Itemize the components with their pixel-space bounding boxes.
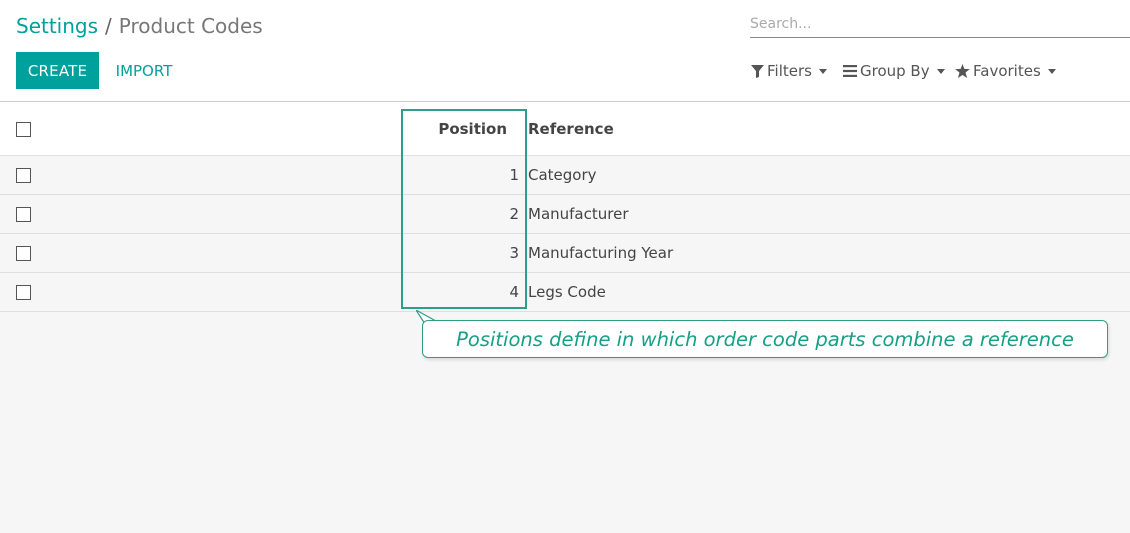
filters-dropdown[interactable]: Filters bbox=[751, 60, 827, 82]
cell-reference: Legs Code bbox=[528, 283, 606, 301]
chevron-down-icon bbox=[1047, 68, 1056, 74]
table-header: Position Reference bbox=[0, 102, 1130, 156]
create-button[interactable]: CREATE bbox=[16, 52, 99, 89]
filter-icon bbox=[751, 64, 764, 78]
cell-position: 4 bbox=[509, 283, 519, 301]
annotation-callout: Positions define in which order code par… bbox=[422, 320, 1108, 358]
table-row[interactable]: 2 Manufacturer bbox=[0, 195, 1130, 234]
filters-label: Filters bbox=[767, 62, 812, 80]
search-bar bbox=[750, 11, 1130, 38]
favorites-dropdown[interactable]: Favorites bbox=[955, 60, 1056, 82]
cell-position: 1 bbox=[509, 166, 519, 184]
table-row[interactable]: 1 Category bbox=[0, 156, 1130, 195]
cell-reference: Manufacturer bbox=[528, 205, 629, 223]
row-checkbox[interactable] bbox=[16, 285, 31, 300]
column-header-position[interactable]: Position bbox=[438, 120, 507, 138]
breadcrumb-current: Product Codes bbox=[118, 14, 263, 38]
breadcrumb-separator: / bbox=[105, 14, 112, 38]
bars-icon bbox=[843, 65, 857, 77]
breadcrumb: Settings / Product Codes bbox=[16, 13, 263, 39]
favorites-label: Favorites bbox=[973, 62, 1041, 80]
cell-position: 3 bbox=[509, 244, 519, 262]
star-icon bbox=[955, 64, 970, 78]
row-checkbox[interactable] bbox=[16, 207, 31, 222]
chevron-down-icon bbox=[818, 68, 827, 74]
cell-reference: Category bbox=[528, 166, 597, 184]
chevron-down-icon bbox=[936, 68, 945, 74]
control-panel: Settings /Product Codes CREATE IMPORT Fil… bbox=[0, 0, 1130, 102]
search-input[interactable] bbox=[750, 11, 1130, 37]
select-all-checkbox[interactable] bbox=[16, 122, 31, 137]
product-codes-table: Position Reference 1 Category 2 Manufact… bbox=[0, 102, 1130, 312]
row-checkbox[interactable] bbox=[16, 168, 31, 183]
group-by-dropdown[interactable]: Group By bbox=[843, 60, 945, 82]
import-button[interactable]: IMPORT bbox=[104, 52, 184, 89]
table-row[interactable]: 4 Legs Code bbox=[0, 273, 1130, 312]
cell-position: 2 bbox=[509, 205, 519, 223]
cell-reference: Manufacturing Year bbox=[528, 244, 674, 262]
breadcrumb-settings-link[interactable]: Settings bbox=[16, 14, 98, 38]
row-checkbox[interactable] bbox=[16, 246, 31, 261]
annotation-text: Positions define in which order code par… bbox=[456, 327, 1074, 351]
group-by-label: Group By bbox=[860, 62, 930, 80]
table-row[interactable]: 3 Manufacturing Year bbox=[0, 234, 1130, 273]
column-header-reference[interactable]: Reference bbox=[528, 120, 614, 138]
